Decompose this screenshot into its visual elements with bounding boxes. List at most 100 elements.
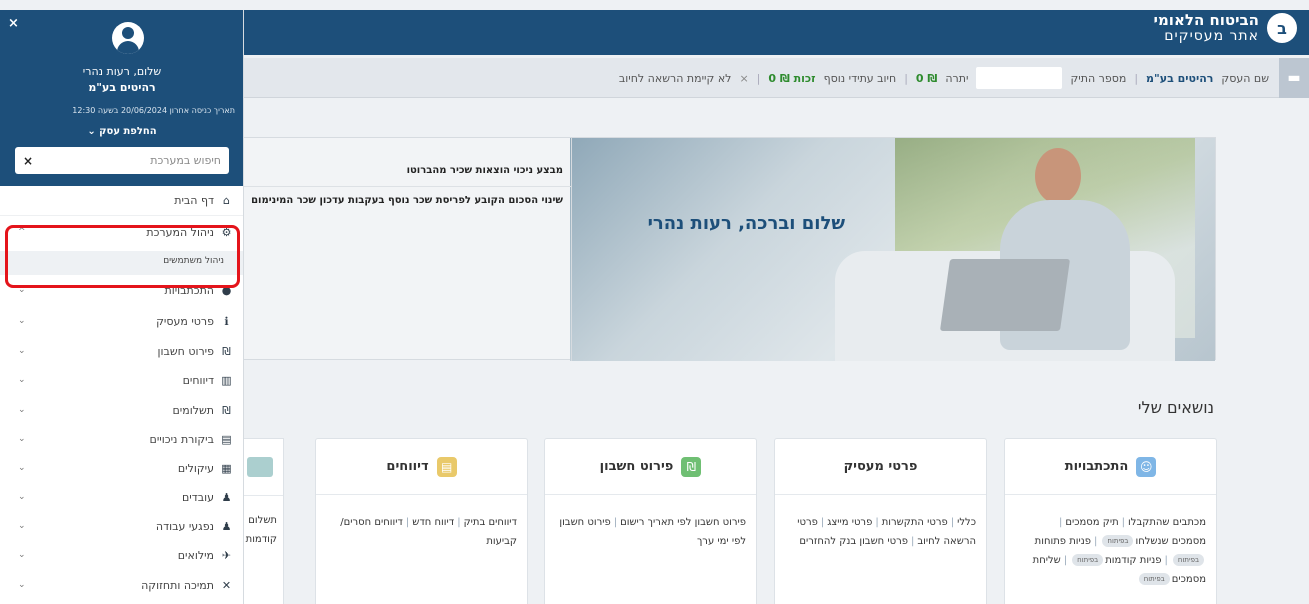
card-header[interactable]: ☺ התכתבויות — [1005, 439, 1216, 495]
card-divider — [244, 495, 283, 496]
clipboard-icon: ▤ — [221, 432, 232, 446]
greeting: שלום וברכה, רעות נהרי — [647, 213, 845, 234]
link-contact-details[interactable]: פרטי התקשרות — [882, 517, 948, 528]
hero-image: שלום וברכה, רעות נהרי — [570, 138, 1215, 361]
menu-item-reports[interactable]: ▥ דיווחים ⌄ — [0, 366, 243, 394]
info-icon: ℹ — [224, 314, 229, 328]
file-number-label: מספר התיק — [1070, 71, 1127, 85]
laptop-image — [939, 259, 1071, 331]
link-account-by-registration-date[interactable]: פירוט חשבון לפי תאריך רישום — [620, 517, 746, 528]
chevron-down-icon: ⌄ — [18, 346, 26, 356]
business-name-value: רהיטים בע"מ — [1146, 71, 1214, 85]
menu-item-employer-details[interactable]: ℹ פרטי מעסיק ⌄ — [0, 307, 243, 335]
chart-icon: ▥ — [221, 373, 232, 387]
separator: | — [1058, 517, 1063, 528]
plane-icon: ✈ — [221, 548, 232, 562]
info-row: שם העסק רהיטים בע"מ | מספר התיק יתרה 0 ₪… — [619, 58, 1269, 98]
separator: | — [911, 536, 915, 547]
chevron-down-icon: ⌄ — [18, 463, 26, 473]
link-document-file[interactable]: תיק מסמכים — [1065, 517, 1118, 528]
separator: | — [1121, 517, 1126, 528]
submenu-item-user-management[interactable]: ניהול משתמשים — [0, 251, 243, 275]
menu-item-system-management[interactable]: ⚙ ניהול המערכת ^ — [0, 218, 243, 246]
balance-label: יתרה — [945, 71, 969, 85]
link-received-letters[interactable]: מכתבים שהתקבלו — [1128, 517, 1206, 528]
chevron-down-icon: ⌄ — [18, 580, 26, 590]
chevron-down-icon: ⌄ — [18, 285, 26, 295]
card-body: מכתבים שהתקבלו|תיק מסמכים| מסמכים שנשלחו… — [1005, 495, 1216, 589]
separator: | — [613, 517, 618, 528]
chevron-down-icon: ⌄ — [18, 434, 26, 444]
separator: | — [457, 517, 461, 528]
card-header[interactable]: פרטי מעסיק — [775, 439, 986, 495]
menu-label: מילואים — [177, 548, 214, 562]
in-development-badge: בפיתוח — [1102, 535, 1134, 547]
card-payments-partial: תשלום קודמות — [244, 438, 284, 604]
card-title: התכתבויות — [1064, 459, 1129, 474]
switch-business-button[interactable]: החלפת עסק ⌄ — [0, 126, 243, 137]
card-body: כללי|פרטי התקשרות|פרטי מייצג|פרטי הרשאה … — [775, 495, 986, 551]
business-name-label: שם העסק — [1221, 71, 1269, 85]
hero-banner: שלום וברכה, רעות נהרי מבצע ניכוי הוצאות … — [240, 137, 1216, 361]
close-icon[interactable]: × — [8, 16, 19, 31]
link-open-requests[interactable]: פניות פתוחות — [1035, 536, 1091, 547]
menu-item-liens[interactable]: ▦ עיקולים ⌄ — [0, 454, 243, 482]
menu-label: עובדים — [181, 490, 214, 504]
menu-label: דף הבית — [174, 193, 214, 207]
menu-item-employees[interactable]: ♟ עובדים ⌄ — [0, 483, 243, 511]
card-header[interactable]: ▤ דיווחים — [316, 439, 527, 495]
menu-item-account-details[interactable]: ₪ פירוט חשבון ⌄ — [0, 337, 243, 365]
home-icon: ⌂ — [223, 193, 230, 207]
file-number-value — [976, 67, 1063, 89]
news-divider — [241, 186, 571, 187]
link-previous-requests[interactable]: פניות קודמות — [1105, 555, 1161, 566]
injured-user-icon: ♟ — [221, 519, 232, 533]
menu-item-payments[interactable]: ₪ תשלומים ⌄ — [0, 396, 243, 424]
separator: | — [1063, 555, 1068, 566]
menu-item-work-injuries[interactable]: ♟ נפגעי עבודה ⌄ — [0, 512, 243, 540]
avatar-icon — [112, 22, 144, 54]
last-login: תאריך כניסה אחרון 20/06/2024 בשעה 12:30 — [72, 106, 235, 115]
brand[interactable]: ב הביטוח הלאומי אתר מעסיקים — [1154, 12, 1297, 44]
separator: | — [1094, 536, 1098, 547]
link-representative-details[interactable]: פרטי מייצג — [827, 517, 872, 528]
card-correspondence: ☺ התכתבויות מכתבים שהתקבלו|תיק מסמכים| מ… — [1004, 438, 1217, 604]
card-title: פרטי מעסיק — [843, 459, 918, 474]
brand-text: הביטוח הלאומי אתר מעסיקים — [1154, 12, 1259, 43]
document-icon: ▦ — [221, 461, 232, 475]
menu-item-reserve-duty[interactable]: ✈ מילואים ⌄ — [0, 541, 243, 569]
search-input[interactable] — [37, 147, 221, 174]
user-greeting: שלום, רעות נהרי — [82, 65, 162, 78]
clear-search-icon[interactable]: × — [23, 154, 33, 168]
link-refund-bank-details[interactable]: פרטי חשבון בנק להחזרים — [799, 536, 908, 547]
chevron-down-icon: ⌄ — [18, 405, 26, 415]
in-development-badge: בפיתוח — [1072, 554, 1104, 566]
debit-authorization-status[interactable]: לא קיימת הרשאה לחיוב — [619, 72, 732, 85]
link-reports-in-file[interactable]: דיווחים בתיק — [464, 517, 517, 528]
user-icon: ♟ — [221, 490, 232, 504]
link-general[interactable]: כללי — [957, 517, 976, 528]
separator: | — [904, 71, 908, 85]
menu-label: התכתבויות — [164, 283, 214, 297]
side-menu: × שלום, רעות נהרי רהיטים בע"מ תאריך כניס… — [0, 10, 244, 604]
menu-item-deductions-audit[interactable]: ▤ ביקורת ניכויים ⌄ — [0, 425, 243, 453]
menu-item-home[interactable]: ⌂ דף הבית — [0, 186, 243, 214]
link-previous-payments[interactable]: תשלום קודמות — [243, 511, 277, 549]
card-body: פירוט חשבון לפי תאריך רישום|פירוט חשבון … — [545, 495, 756, 551]
side-menu-header: × שלום, רעות נהרי רהיטים בע"מ תאריך כניס… — [0, 10, 243, 186]
news-item[interactable]: מבצע ניכוי הוצאות שכיר מהברוטו — [240, 165, 563, 176]
separator: | — [1164, 555, 1168, 566]
link-sent-documents[interactable]: מסמכים שנשלחו — [1135, 536, 1206, 547]
news-item[interactable]: שינוי הסכום הקובע לפריסת שכר נוסף בעקבות… — [240, 195, 563, 206]
link-new-report[interactable]: דיווח חדש — [412, 517, 454, 528]
separator: | — [405, 517, 410, 528]
menu-label: נפגעי עבודה — [155, 519, 214, 533]
separator: | — [820, 517, 825, 528]
card-body: דיווחים בתיק|דיווח חדש|דיווחים חסרים/ קב… — [316, 495, 527, 551]
card-header[interactable]: ₪ פירוט חשבון — [545, 439, 756, 495]
chevron-down-icon: ⌄ — [18, 492, 26, 502]
no-authorization-icon: × — [739, 71, 749, 85]
card-employer-details: פרטי מעסיק כללי|פרטי התקשרות|פרטי מייצג|… — [774, 438, 987, 604]
menu-item-correspondence[interactable]: ● התכתבויות ⌄ — [0, 276, 243, 304]
menu-item-support[interactable]: ✕ תמיכה ותחזוקה ⌄ — [0, 571, 243, 599]
